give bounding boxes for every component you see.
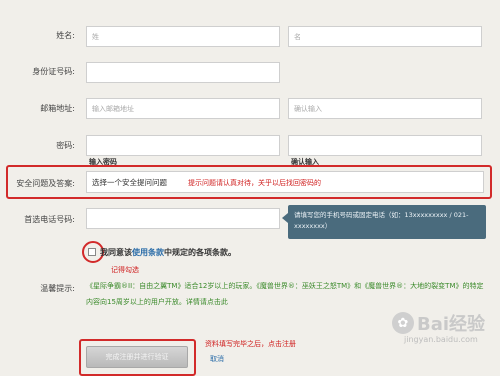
remember-check-note: 记得勾选 [111, 266, 139, 274]
surname-input[interactable]: 姓 [86, 26, 280, 47]
agreement-text: 我同意该使用条款中规定的各项条款。 [100, 248, 236, 257]
email-input[interactable]: 输入邮箱地址 [86, 98, 280, 119]
email-label: 邮箱地址: [40, 104, 75, 113]
baidu-jingyan-watermark: ✿ Bai经验 [392, 310, 485, 336]
phone-input[interactable] [86, 208, 280, 229]
phone-label: 首选电话号码: [24, 215, 75, 224]
paw-icon: ✿ [392, 312, 414, 334]
submit-note: 资料填写完毕之后，点击注册 [205, 340, 296, 348]
given-name-input[interactable]: 名 [288, 26, 482, 47]
cancel-link[interactable]: 取消 [210, 354, 224, 364]
password-label: 密码: [56, 141, 75, 150]
password-input[interactable] [86, 135, 280, 156]
notice-label: 温馨提示: [40, 284, 75, 293]
id-number-input[interactable] [86, 62, 280, 83]
watermark-url: jingyan.baidu.com [404, 335, 478, 344]
id-number-label: 身份证号码: [32, 67, 75, 76]
notice-text: 《星际争霸®II：自由之翼TM》适合12岁以上的玩家。《魔兽世界®：巫妖王之怒T… [86, 282, 484, 306]
submit-highlight-box [79, 339, 196, 376]
name-label: 姓名: [56, 31, 75, 40]
password-confirm-input[interactable] [288, 135, 482, 156]
phone-tooltip: 请填写您的手机号码或固定电话（如：13xxxxxxxxx / 021-xxxxx… [282, 205, 486, 239]
email-confirm-input[interactable]: 确认输入 [288, 98, 482, 119]
terms-link[interactable]: 使用条款 [132, 248, 164, 257]
security-highlight-box [6, 165, 492, 199]
